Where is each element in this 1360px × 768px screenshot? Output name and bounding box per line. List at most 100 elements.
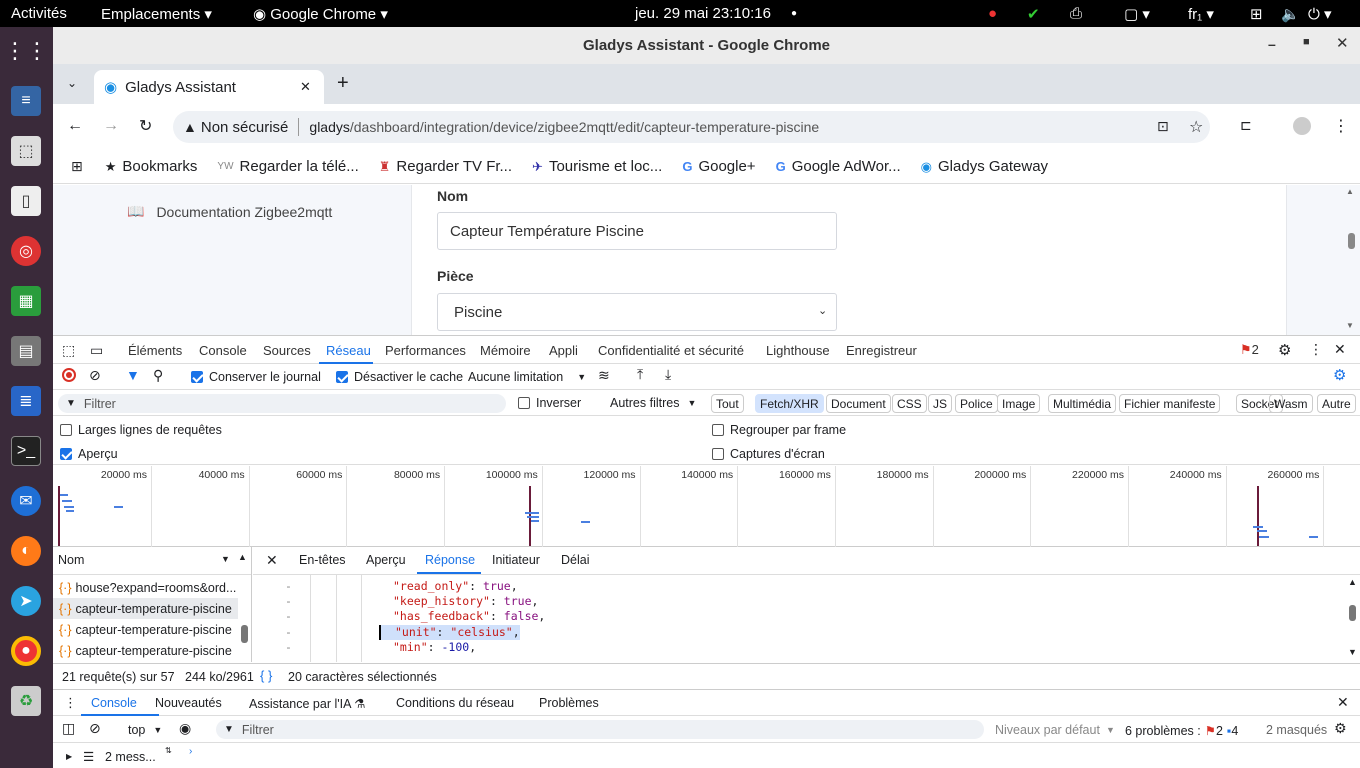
bookmark-item[interactable]: ✈ Tourisme et loc...	[532, 158, 662, 175]
tab-memory[interactable]: Mémoire	[480, 343, 531, 358]
message-summary[interactable]: 2 mess...	[105, 750, 156, 764]
cast-icon[interactable]: ⊏	[1240, 117, 1252, 134]
tab-console[interactable]: Console	[199, 343, 247, 358]
issues-counter[interactable]: 6 problèmes : ⚑ 2 ▪ 4	[1125, 723, 1238, 739]
inspect-icon[interactable]: ⬚	[62, 342, 75, 359]
back-icon[interactable]: ←	[67, 117, 83, 135]
screenshots-checkbox[interactable]: Captures d'écran	[712, 447, 825, 461]
filter-type-document[interactable]: Document	[826, 394, 891, 413]
volume-icon[interactable]: 🔈	[1281, 5, 1300, 23]
network-conditions-icon[interactable]: ≋	[598, 367, 610, 384]
chrome-dock-icon[interactable]: ●	[11, 636, 41, 666]
tab-sources[interactable]: Sources	[263, 343, 311, 358]
warning-icon[interactable]: ▲	[183, 119, 197, 135]
list-scrollbar[interactable]	[241, 625, 248, 643]
console-filter-input[interactable]: ▼ Filtrer	[216, 720, 984, 739]
places-menu[interactable]: Emplacements ▾	[101, 5, 212, 23]
security-label[interactable]: Non sécurisé	[201, 119, 289, 136]
firefox-icon[interactable]: ◐	[11, 536, 41, 566]
bookmark-item[interactable]: G Google+	[682, 158, 755, 175]
keyboard-layout[interactable]: fr₁ ▾	[1188, 5, 1214, 23]
column-dropdown-icon[interactable]: ▼	[221, 554, 230, 564]
list-item[interactable]: {·} capteur-temperature-piscine	[53, 619, 238, 640]
reload-icon[interactable]: ↻	[139, 116, 152, 136]
prompt-icon[interactable]: ›	[189, 746, 192, 757]
sidebar-toggle-icon[interactable]: ◫	[62, 720, 75, 737]
detail-tab-timing[interactable]: Délai	[561, 553, 590, 567]
levels-select[interactable]: Niveaux par défaut ▼	[995, 723, 1115, 737]
bookmark-item[interactable]: ♜ Regarder TV Fr...	[379, 158, 512, 175]
timeline-overview[interactable]: 20000 ms 40000 ms 60000 ms 80000 ms 100000 m…	[53, 466, 1360, 547]
new-tab-icon[interactable]: +	[337, 72, 349, 95]
group-frame-checkbox[interactable]: Regrouper par frame	[712, 423, 846, 437]
invert-checkbox[interactable]: Inverser	[518, 396, 581, 410]
power-icon[interactable]: ⏻ ▾	[1308, 5, 1332, 23]
detail-tab-initiator[interactable]: Initiateur	[492, 553, 540, 567]
filter-type-image[interactable]: Image	[997, 394, 1041, 413]
filter-type-js[interactable]: JS	[928, 394, 953, 413]
drawer-tab-network-conditions[interactable]: Conditions du réseau	[396, 696, 514, 710]
bookmark-item[interactable]: ◉ Gladys Gateway	[921, 158, 1048, 175]
filter-input[interactable]: ▼ Filtrer	[58, 394, 506, 413]
software-icon[interactable]: ⬚	[11, 136, 41, 166]
name-column-header[interactable]: Nom	[58, 553, 84, 567]
clock[interactable]: jeu. 29 mai 23:10:16	[635, 5, 771, 22]
tab-network[interactable]: Réseau	[326, 343, 371, 358]
drawer-tab-issues[interactable]: Problèmes	[539, 696, 599, 710]
disable-cache-checkbox[interactable]: Désactiver le cache	[336, 370, 463, 384]
minimize-icon[interactable]: –	[1268, 36, 1276, 52]
close-devtools-icon[interactable]: ✕	[1334, 341, 1346, 358]
scroll-up-icon[interactable]: ▲	[238, 552, 247, 562]
device-toggle-icon[interactable]: ▭	[90, 342, 103, 359]
detail-tab-preview[interactable]: Aperçu	[366, 553, 406, 567]
trash-icon[interactable]: ♻	[11, 686, 41, 716]
filter-type-media[interactable]: Multimédia	[1048, 394, 1117, 413]
telegram-icon[interactable]: ➤	[11, 586, 41, 616]
tab-privacy[interactable]: Confidentialité et sécurité	[598, 343, 744, 358]
drawer-menu-icon[interactable]: ⋮	[64, 695, 77, 711]
detail-tab-response[interactable]: Réponse	[425, 553, 475, 567]
eye-icon[interactable]: ◉	[179, 720, 191, 737]
chrome-menu-icon[interactable]: ⋮	[1333, 116, 1349, 136]
scroll-arrows-icon[interactable]: ⇅	[165, 746, 172, 755]
app-menu[interactable]: ◉ Google Chrome ▾	[253, 5, 388, 23]
filter-type-css[interactable]: CSS	[892, 394, 927, 413]
filter-type-fetch[interactable]: Fetch/XHR	[755, 394, 824, 413]
address-bar[interactable]: ▲ Non sécurisé gladys/dashboard/integrat…	[173, 111, 1210, 143]
terminal-icon[interactable]: >_	[11, 436, 41, 466]
doc-link[interactable]: 📖 Documentation Zigbee2mqtt	[127, 203, 332, 220]
detail-tab-headers[interactable]: En-têtes	[299, 553, 346, 567]
forward-icon[interactable]: →	[103, 117, 119, 135]
check-icon[interactable]: ✔	[1027, 5, 1040, 23]
clear-console-icon[interactable]: ⊘	[89, 720, 101, 737]
filter-type-wasm[interactable]: Wasm	[1269, 394, 1313, 413]
drawer-tab-ai[interactable]: Assistance par l'IA ⚗	[249, 696, 365, 711]
devtools-menu-icon[interactable]: ⋮	[1309, 341, 1323, 358]
tab-elements[interactable]: Éléments	[128, 343, 182, 358]
pretty-print-icon[interactable]: { }	[260, 668, 272, 683]
scroll-down-icon[interactable]: ▼	[1348, 647, 1357, 657]
filter-type-other[interactable]: Autre	[1317, 394, 1356, 413]
overview-checkbox[interactable]: Aperçu	[60, 447, 118, 461]
notes-icon[interactable]: ≡	[11, 86, 41, 116]
filter-funnel-icon[interactable]: ▼	[126, 367, 140, 383]
filter-type-all[interactable]: Tout	[711, 394, 744, 413]
printer-icon[interactable]: ⎙	[1070, 5, 1082, 22]
list-item[interactable]: {·} house?expand=rooms&ord...	[53, 577, 238, 598]
close-tab-icon[interactable]: ✕	[300, 79, 311, 95]
context-select[interactable]: top ▼	[128, 723, 162, 737]
issues-badge[interactable]: ⚑2	[1240, 342, 1259, 358]
tab-gladys[interactable]: ◉ Gladys Assistant ✕	[94, 70, 324, 104]
expand-icon[interactable]: ▶	[66, 752, 72, 761]
record-icon[interactable]	[62, 368, 76, 382]
network-icon[interactable]: ⊞	[1250, 5, 1263, 23]
tab-recorder[interactable]: Enregistreur	[846, 343, 917, 358]
translate-icon[interactable]: ⊡	[1157, 118, 1169, 135]
document-icon[interactable]: ▯	[11, 186, 41, 216]
writer-icon[interactable]: ≣	[11, 386, 41, 416]
spreadsheet-icon[interactable]: ▦	[11, 286, 41, 316]
bookmark-item[interactable]: ★ Bookmarks	[105, 158, 198, 175]
bookmark-star-icon[interactable]: ☆	[1189, 117, 1203, 137]
close-window-icon[interactable]: ✕	[1336, 34, 1349, 52]
tab-lighthouse[interactable]: Lighthouse	[766, 343, 830, 358]
